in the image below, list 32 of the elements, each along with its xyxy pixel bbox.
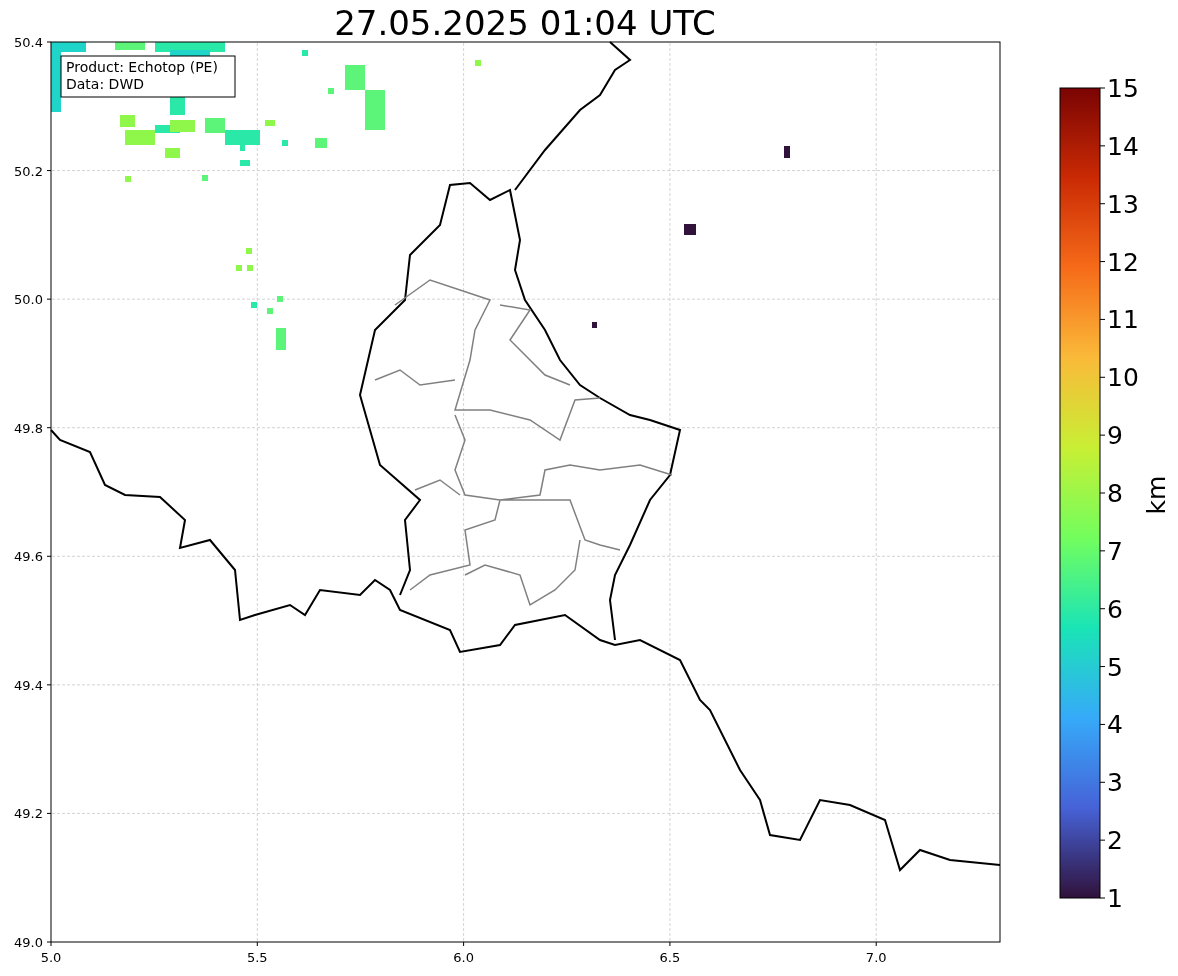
x-tick-label: 5.5 <box>246 950 268 965</box>
y-tick-label: 49.0 <box>14 935 43 950</box>
colorbar-tick-label: 4 <box>1107 710 1123 740</box>
y-tick-label: 49.6 <box>14 549 43 565</box>
colorbar-tick-label: 10 <box>1107 363 1139 393</box>
colorbar-tick-label: 8 <box>1107 479 1123 508</box>
colorbar-tick-label: 2 <box>1107 826 1123 856</box>
colorbar-tick-label: 1 <box>1107 884 1123 913</box>
x-tick-label: 5.0 <box>40 950 62 965</box>
y-tick-label: 50.4 <box>14 35 43 50</box>
x-tick-label: 6.0 <box>453 950 474 965</box>
colorbar-label: km <box>1142 475 1171 515</box>
colorbar-tick-label: 15 <box>1107 74 1139 103</box>
colorbar-tick-label: 12 <box>1107 247 1139 277</box>
colorbar-tick-label: 5 <box>1107 652 1123 682</box>
colorbar-tick-label: 6 <box>1107 594 1123 624</box>
colorbar-tick-label: 14 <box>1107 131 1139 161</box>
colorbar-tick-label: 7 <box>1107 536 1123 566</box>
info-text: Product: Echotop (PE) <box>66 59 218 75</box>
info-text: Data: DWD <box>66 76 144 92</box>
colorbar-tick-label: 3 <box>1107 768 1123 798</box>
y-tick-label: 50.0 <box>14 292 43 308</box>
y-tick-label: 49.2 <box>14 806 43 822</box>
y-tick-label: 49.8 <box>14 420 43 436</box>
colorbar-tick-label: 9 <box>1107 421 1123 451</box>
chart-title: 27.05.2025 01:04 UTC <box>334 3 716 43</box>
x-tick-label: 7.0 <box>865 950 887 965</box>
x-tick-label: 6.5 <box>659 950 681 965</box>
y-tick-label: 49.4 <box>14 677 43 693</box>
colorbar-tick-label: 11 <box>1107 305 1139 335</box>
colorbar-tick-label: 13 <box>1107 189 1139 219</box>
y-tick-label: 50.2 <box>14 163 43 179</box>
